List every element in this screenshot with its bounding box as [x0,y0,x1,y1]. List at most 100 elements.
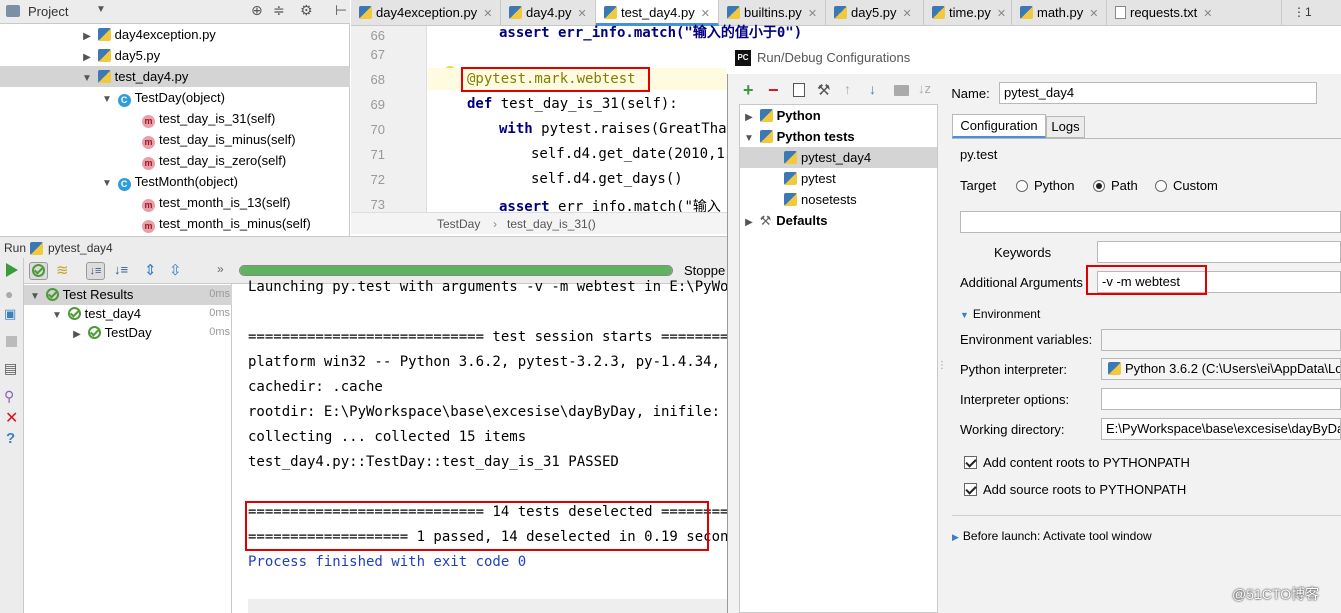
tree-item-method[interactable]: m test_day_is_31(self) [142,108,275,129]
breadcrumb-item[interactable]: test_day_is_31() [507,213,596,235]
tab-label: day4.py [526,5,572,20]
close-icon[interactable]: ✕ [808,8,817,20]
tree-item-day5[interactable]: ▶ day5.py [80,45,160,66]
close-icon[interactable]: ✕ [1203,8,1212,20]
chevron-down-icon[interactable]: ▼ [742,128,756,149]
config-node-label: pytest_day4 [801,150,872,165]
show-passed-button[interactable] [29,262,48,280]
chevron-down-icon[interactable]: ▼ [100,173,114,194]
tab-logs[interactable]: Logs [1046,116,1085,138]
test-node-test-day4[interactable]: ▼ test_day4 0ms [50,303,232,324]
close-icon[interactable]: ✕ [578,8,587,20]
sort-duration-icon[interactable]: ↓≡ [114,262,128,277]
tab-day5[interactable]: day5.py ✕ [826,0,924,26]
down-arrow-icon[interactable]: ↓ [869,81,876,97]
expand-all-icon[interactable]: ⇕ [144,261,157,279]
chevron-right-icon[interactable]: ▶ [80,47,94,68]
runner-label: py.test [960,147,998,162]
environment-section[interactable]: ▼ Environment [960,307,1040,321]
gear-icon[interactable]: ⚙ [300,2,313,19]
close-icon[interactable]: ✕ [701,8,710,20]
close-icon[interactable]: ✕ [903,8,912,20]
config-node-python[interactable]: ▶ Python [742,105,821,126]
horizontal-scrollbar[interactable] [248,599,728,613]
name-field[interactable]: pytest_day4 [999,82,1317,104]
tree-item-test-day4[interactable]: ▼ test_day4.py [0,66,350,87]
wrench-icon[interactable]: ⚒ [817,81,830,99]
show-ignored-icon[interactable]: ≋ [56,261,69,279]
chevron-down-icon[interactable]: ▼ [80,68,94,89]
tab-time[interactable]: time.py ✕ [924,0,1012,26]
more-icon[interactable]: » [217,262,224,276]
tree-item-method[interactable]: m test_day_is_zero(self) [142,150,286,171]
chevron-down-icon[interactable]: ▼ [100,89,114,110]
interpreter-options-label: Interpreter options: [960,392,1070,407]
tab-day4exception[interactable]: day4exception.py ✕ [351,0,501,26]
tree-item-class-testday[interactable]: ▼ C TestDay(object) [100,87,225,108]
splitter-handle[interactable]: ⋮ [937,360,947,371]
target-radio-path[interactable]: Path [1093,178,1138,193]
breadcrumb-item[interactable]: TestDay [437,213,480,235]
interpreter-options-field[interactable] [1101,388,1341,410]
close-icon[interactable]: ✕ [483,8,492,20]
folder-icon[interactable] [894,85,909,96]
console-output[interactable]: Launching py.test with arguments -v -m w… [233,279,754,613]
pin-icon[interactable]: ⚲ [4,388,14,405]
up-arrow-icon[interactable]: ↑ [844,81,851,97]
target-radio-python[interactable]: Python [1016,178,1074,193]
collapse-all-icon[interactable]: ⇳ [169,261,182,279]
target-icon[interactable]: ⊕ [251,2,263,19]
tab-configuration[interactable]: Configuration [952,114,1046,138]
hide-icon[interactable]: ⊢ [335,2,347,19]
test-node-results[interactable]: ▼ Test Results 0ms [28,284,232,305]
collapse-icon[interactable]: ≑ [273,2,285,19]
interpreter-select[interactable]: Python 3.6.2 (C:\Users\ei\AppData\Lo [1101,358,1341,380]
tree-item-method[interactable]: m test_month_is_minus(self) [142,213,311,234]
content-roots-checkbox[interactable]: Add content roots to PYTHONPATH [964,455,1190,470]
tab-requests[interactable]: requests.txt ✕ [1107,0,1282,26]
sort-icon[interactable]: ↓z [918,81,931,96]
coverage-icon[interactable]: ▣ [4,306,16,322]
run-status: Stoppe [684,263,726,278]
source-roots-checkbox[interactable]: Add source roots to PYTHONPATH [964,482,1186,497]
copy-icon[interactable] [793,83,805,97]
close-icon[interactable]: ✕ [5,408,18,428]
config-node-pytest[interactable]: pytest [784,168,836,189]
config-node-python-tests[interactable]: ▼ Python tests [742,126,855,147]
config-node-nosetests[interactable]: nosetests [784,189,857,210]
tab-math[interactable]: math.py ✕ [1012,0,1107,26]
add-icon[interactable]: + [743,80,754,101]
target-path-field[interactable] [960,211,1341,233]
config-node-pytest-day4[interactable]: pytest_day4 [784,147,871,168]
chevron-right-icon[interactable]: ▶ [742,107,756,128]
config-node-defaults[interactable]: ▶ ⚒ Defaults [742,210,827,233]
help-icon[interactable]: ? [6,430,15,447]
target-radio-custom[interactable]: Custom [1155,178,1218,193]
working-directory-field[interactable]: E:\PyWorkspace\base\excesise\dayByDa [1101,418,1341,440]
tree-item-day4exception[interactable]: ▶ day4exception.py [80,24,216,45]
close-icon[interactable]: ✕ [1089,8,1098,20]
debug-icon[interactable]: ● [5,286,13,302]
env-vars-field[interactable] [1101,329,1341,351]
close-icon[interactable]: ✕ [997,8,1006,20]
chevron-right-icon[interactable]: ▶ [80,26,94,47]
chevron-right-icon[interactable]: ▶ [70,324,84,345]
tree-item-method[interactable]: m test_day_is_minus(self) [142,129,296,150]
tree-item-class-testmonth[interactable]: ▼ C TestMonth(object) [100,171,238,192]
chevron-down-icon[interactable]: ▼ [28,286,42,307]
keywords-field[interactable] [1097,241,1341,263]
layout-icon[interactable]: ▤ [4,360,17,377]
more-tabs-button[interactable]: ⋮1 [1293,5,1312,19]
remove-icon[interactable]: − [768,80,779,101]
run-icon[interactable] [6,263,18,277]
test-node-testday[interactable]: ▶ TestDay 0ms [70,322,232,343]
before-launch-section[interactable]: ▶ Before launch: Activate tool window [952,529,1152,543]
stop-icon[interactable] [6,336,17,347]
tree-item-method[interactable]: m test_month_is_13(self) [142,192,291,213]
chevron-down-icon[interactable]: ▼ [96,4,106,15]
working-directory-label: Working directory: [960,422,1065,437]
console-line: Process finished with exit code 0 [248,554,527,570]
chevron-right-icon[interactable]: ▶ [742,212,756,233]
chevron-down-icon[interactable]: ▼ [50,305,64,326]
sort-alpha-button[interactable]: ↓≡ [86,262,105,280]
